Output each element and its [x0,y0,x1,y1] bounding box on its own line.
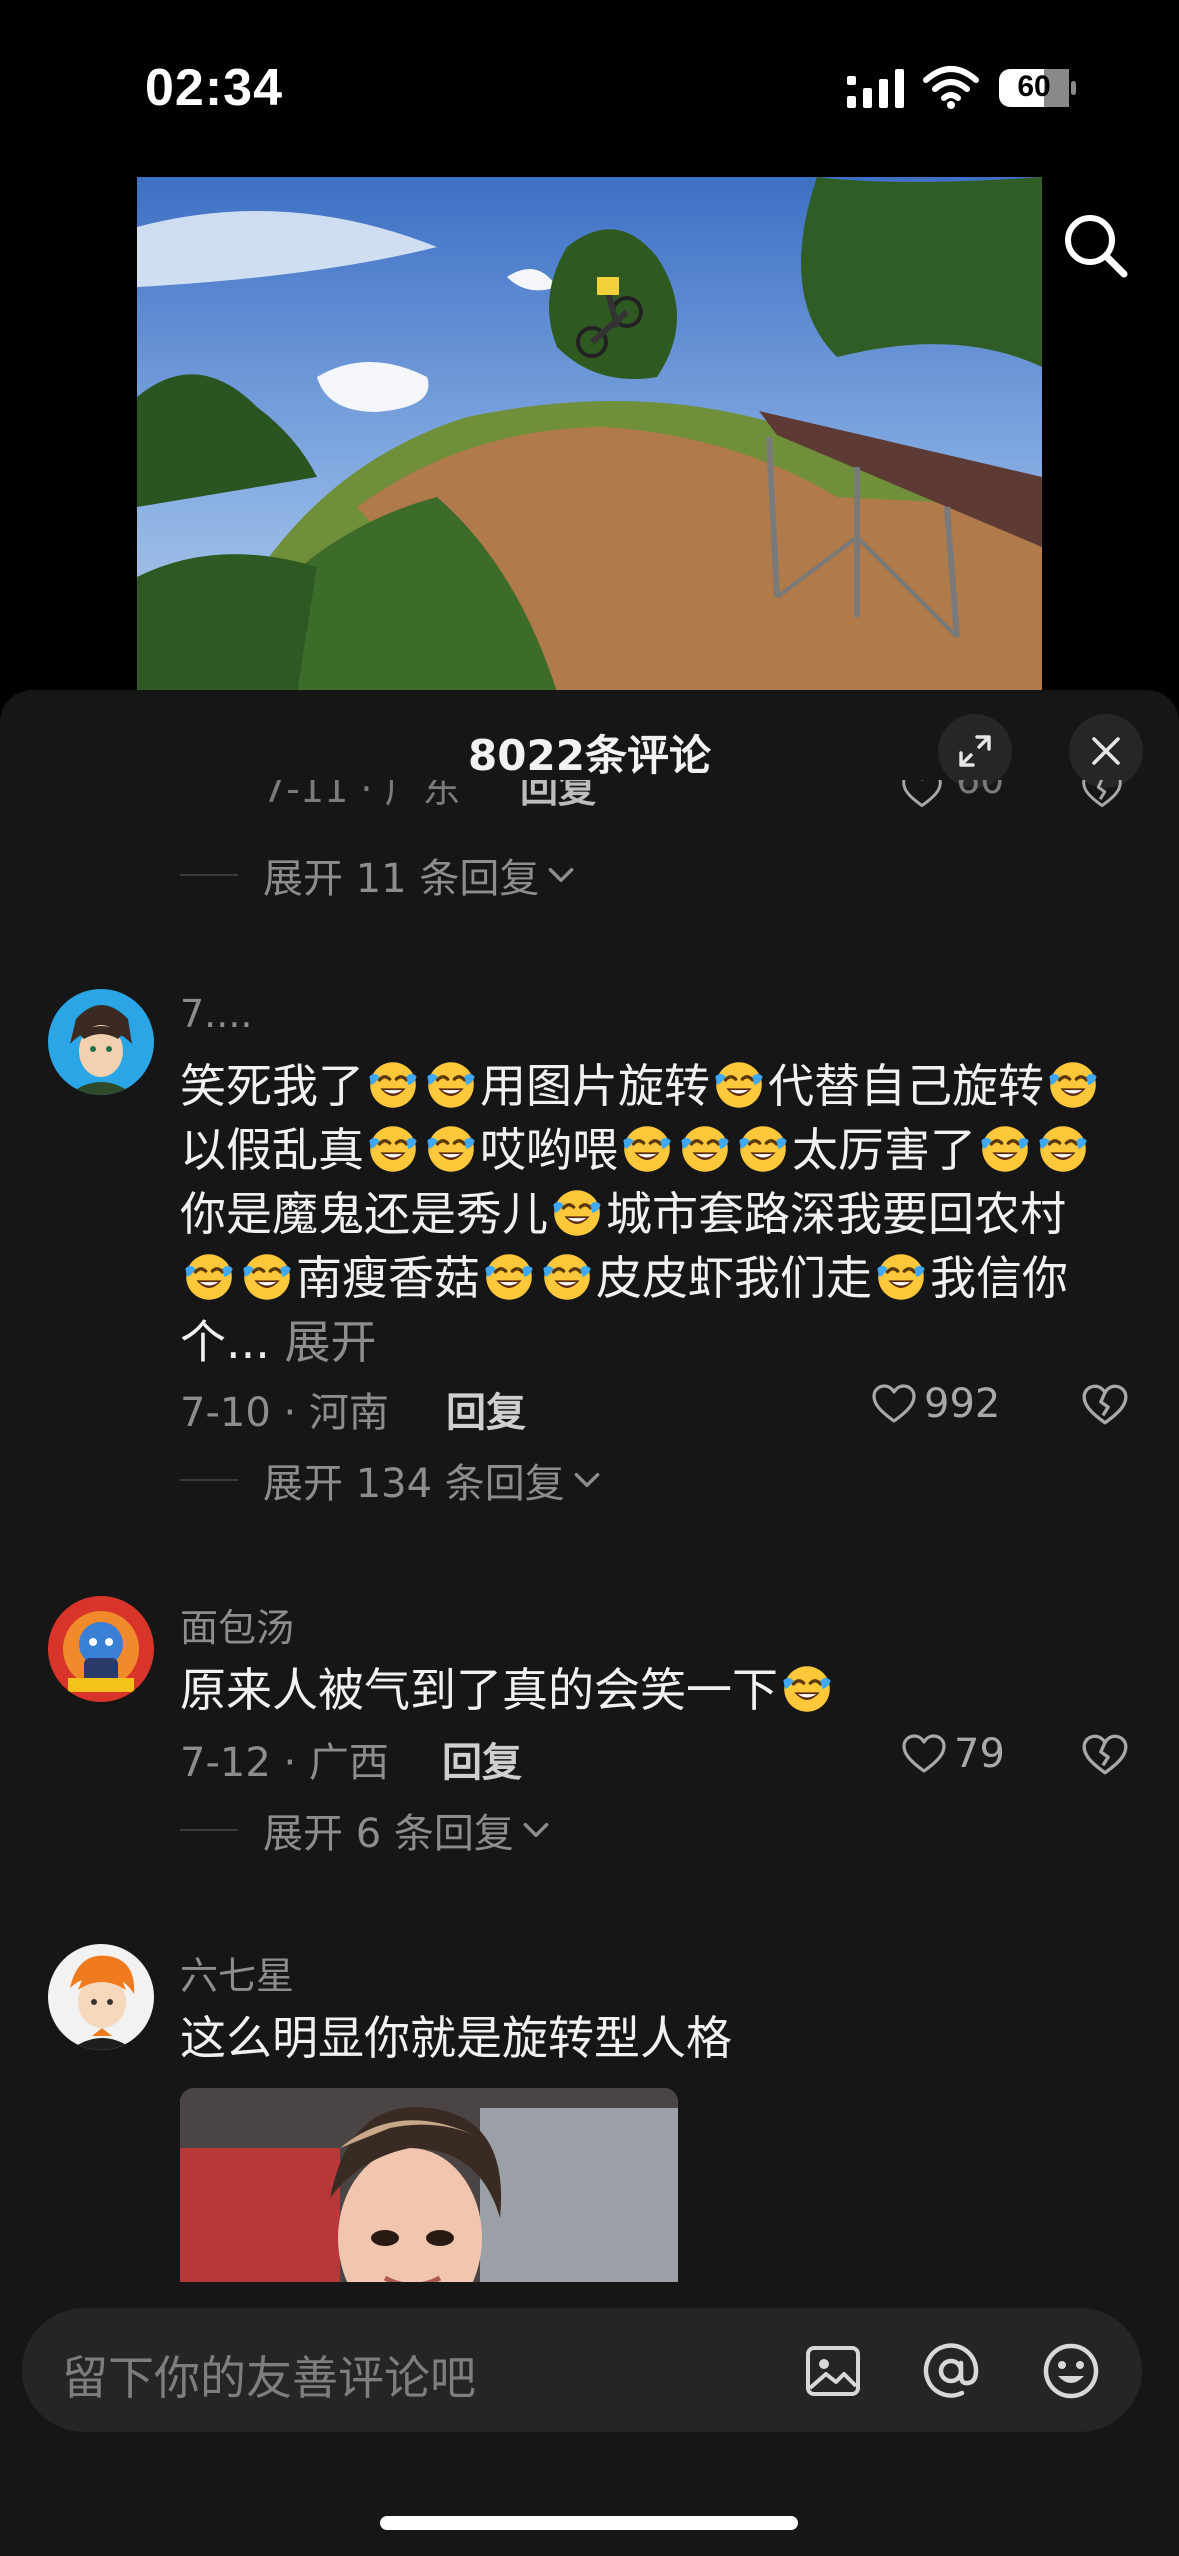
comment-input-placeholder: 留下你的友善评论吧 [62,2351,476,2405]
clipped-comment-row: 7-11 · 广东 回复 60 [0,780,1179,810]
laughing-crying-emoji [1036,1122,1090,1176]
at-icon[interactable] [918,2338,984,2404]
status-time: 02:34 [145,59,283,117]
laughing-crying-emoji [712,1058,766,1112]
laughing-crying-emoji [366,1058,420,1112]
laughing-crying-emoji [540,1250,594,1304]
laughing-crying-emoji [678,1122,732,1176]
heart-icon [900,780,944,810]
comment-text-segment: 以假乱真 [180,1123,364,1177]
dislike-icon[interactable] [1080,1730,1130,1780]
comment-input-bar: 留下你的友善评论吧 [0,2282,1179,2556]
comment-text-segment: 皮皮虾我们走 [596,1251,872,1305]
home-indicator[interactable] [380,2516,798,2530]
comment-text: 笑死我了 用图片旋转 代替自己旋转以假乱真 哎哟喂 太厉害了你是魔鬼还是秀儿 城市套路深我… [180,1054,1120,1374]
smile-icon[interactable] [1038,2338,1104,2404]
clipped-meta: 7-11 · 广东 [262,780,461,810]
comments-panel: 8022条评论 7-11 · 广东 回复 60 展开 11 条回复 7.... … [0,690,1179,2556]
comment-text-segment: 笑死我了 [180,1059,364,1113]
chevron-down-icon [571,1464,603,1496]
like-button[interactable]: 79 [900,1730,1005,1778]
laughing-crying-emoji [424,1058,478,1112]
image-icon[interactable] [800,2338,866,2404]
avatar[interactable] [48,1596,154,1702]
laughing-crying-emoji [874,1250,928,1304]
search-icon [1065,215,1128,278]
expand-replies-thread-1[interactable]: 展开 11 条回复 [180,845,577,905]
comment-text: 原来人被气到了真的会笑一下 [180,1658,1120,1722]
like-count: 992 [924,1381,1001,1427]
divider [180,1829,238,1831]
video-frame [137,177,1042,692]
chevron-down-icon [545,859,577,891]
comment-username[interactable]: 六七星 [180,1945,294,2000]
comment-username[interactable]: 7.... [180,992,253,1036]
chevron-down-icon [520,1814,552,1846]
comment-text-content: 原来人被气到了真的会笑一下 [180,1663,778,1717]
comment-text-segment: 用图片旋转 [480,1059,710,1113]
clipped-reply: 回复 [520,780,597,810]
like-button[interactable]: 992 [870,1380,1000,1428]
search-button[interactable] [1058,208,1134,284]
expand-replies-label: 展开 134 条回复 [263,1461,565,1507]
laughing-crying-emoji [736,1122,790,1176]
like-count: 79 [954,1731,1005,1777]
expand-replies-label: 展开 11 条回复 [263,856,540,902]
laughing-crying-emoji [366,1122,420,1176]
dislike-icon[interactable] [1080,1380,1130,1430]
divider [180,1479,238,1481]
dislike-icon [1080,780,1124,810]
avatar[interactable] [48,1944,154,2050]
expand-panel-button[interactable] [938,714,1012,788]
comment-image[interactable] [180,2088,678,2308]
reply-button[interactable]: 回复 [442,1730,522,1788]
video-player[interactable] [137,177,1042,692]
comment-text-segment: 你是魔鬼还是秀儿 [180,1187,548,1241]
status-bar: 02:34 60 [0,0,1179,170]
comment-input[interactable]: 留下你的友善评论吧 [22,2308,1142,2432]
wifi-icon [923,66,979,109]
avatar[interactable] [48,989,154,1095]
comment-text-segment: 太厉害了 [792,1123,976,1177]
battery-level: 60 [1017,70,1051,103]
comment-meta: 7-10 · 河南 [180,1390,389,1436]
laughing-crying-emoji [620,1122,674,1176]
reply-button[interactable]: 回复 [446,1380,526,1438]
signal-icon [847,69,904,108]
expand-replies-label: 展开 6 条回复 [263,1811,514,1857]
comment-text-segment: 哎哟喂 [480,1123,618,1177]
comment-meta: 7-12 · 广西 [180,1740,389,1786]
laughing-crying-emoji [182,1250,236,1304]
comment-text-segment: 南瘦香菇 [296,1251,480,1305]
expand-comment-link[interactable]: 展开 [270,1315,376,1369]
laughing-crying-emoji [550,1186,604,1240]
divider [180,874,238,876]
laughing-crying-emoji [1046,1058,1100,1112]
laughing-crying-emoji [424,1122,478,1176]
laughing-crying-emoji [240,1250,294,1304]
battery-icon: 60 [998,68,1078,108]
heart-icon [870,1380,918,1428]
close-icon [1092,737,1120,765]
comment-text-segment: 城市套路深我要回农村 [606,1187,1066,1241]
heart-icon [900,1730,948,1778]
expand-replies-thread-2[interactable]: 展开 134 条回复 [180,1450,603,1510]
comment-text-segment: 代替自己旋转 [768,1059,1044,1113]
comment-text: 这么明显你就是旋转型人格 [180,2011,732,2065]
expand-replies-thread-3[interactable]: 展开 6 条回复 [180,1800,552,1860]
clipped-likes: 60 [956,780,1005,802]
expand-icon [959,735,991,767]
laughing-crying-emoji [780,1662,834,1716]
comment-username[interactable]: 面包汤 [180,1597,294,1652]
laughing-crying-emoji [978,1122,1032,1176]
close-panel-button[interactable] [1069,714,1143,788]
laughing-crying-emoji [482,1250,536,1304]
